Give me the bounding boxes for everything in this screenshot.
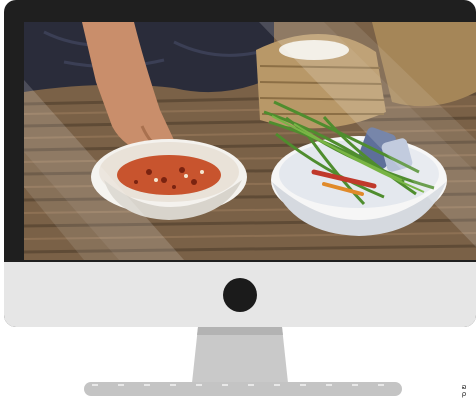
stand-base-highlight: [92, 384, 394, 386]
monitor-screen: [24, 22, 476, 260]
food-photo-image: [24, 22, 476, 260]
corner-mark: ລ ρ: [455, 384, 473, 398]
corner-mark-line2: ρ: [461, 390, 467, 398]
power-button[interactable]: [223, 278, 257, 312]
monitor-stand-neck: [192, 327, 288, 383]
